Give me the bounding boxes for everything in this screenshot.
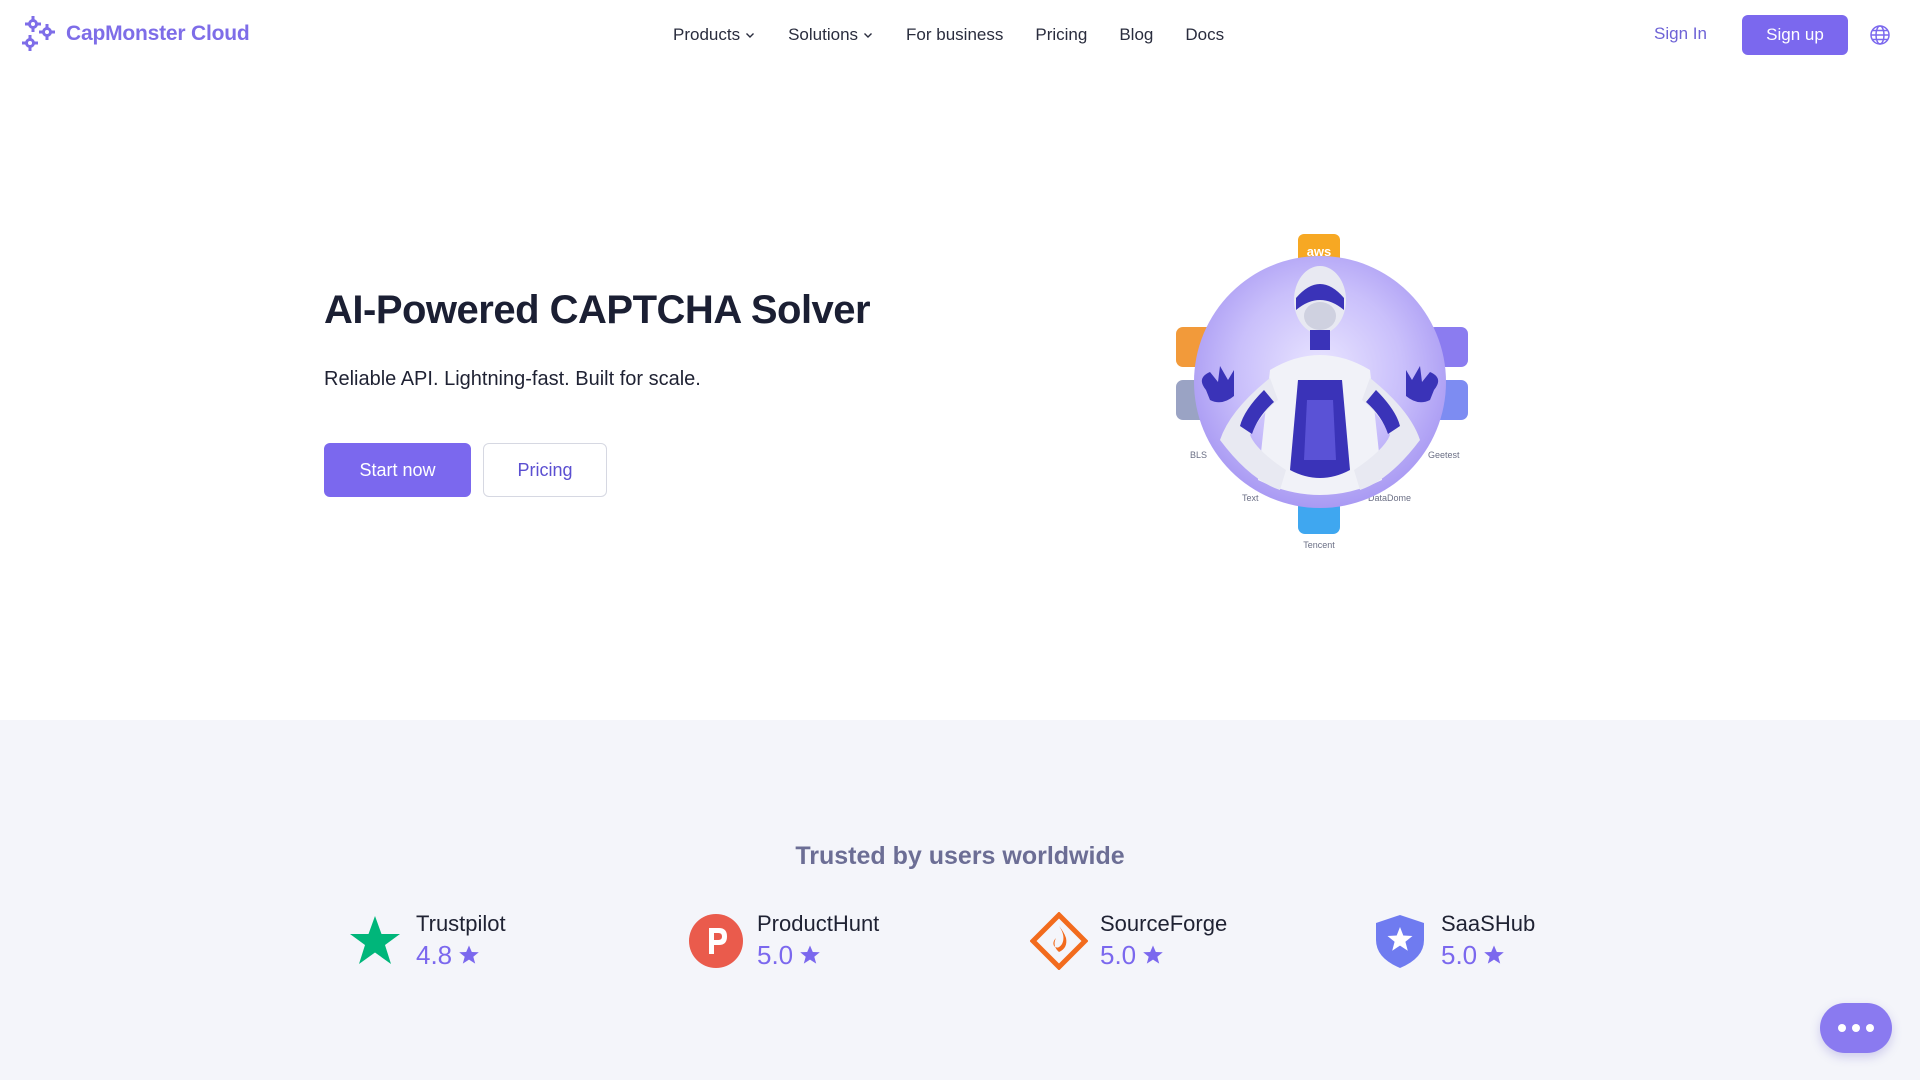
brand-logo[interactable]: CapMonster Cloud <box>19 14 250 54</box>
star-icon <box>459 945 479 964</box>
saashub-shield-icon <box>1376 915 1424 968</box>
sign-up-button[interactable]: Sign up <box>1742 15 1848 55</box>
sourceforge-icon <box>1030 912 1088 970</box>
review-name: SourceForge <box>1100 911 1228 936</box>
nav-item-solutions[interactable]: Solutions <box>788 23 874 47</box>
review-name: Trustpilot <box>416 911 506 936</box>
nav-item-blog[interactable]: Blog <box>1119 23 1153 47</box>
chat-dots-icon <box>1838 1024 1846 1032</box>
review-score-value: 5.0 <box>1441 940 1478 970</box>
site-header: CapMonster Cloud Products Solutions For … <box>0 0 1920 70</box>
nav-item-label: Docs <box>1185 25 1225 44</box>
review-producthunt[interactable]: ProductHunt 5.0 <box>687 910 879 972</box>
text-label: Text <box>1242 493 1259 503</box>
nav-item-docs[interactable]: Docs <box>1185 23 1224 47</box>
hero-title: AI-Powered CAPTCHA Solver <box>324 288 871 332</box>
gears-logo-icon <box>22 16 55 51</box>
tencent-label: Tencent <box>1303 540 1335 550</box>
review-score: 5.0 <box>1100 938 1227 972</box>
review-saashub[interactable]: SaaSHub 5.0 <box>1371 910 1535 972</box>
chat-dot <box>1852 1024 1860 1032</box>
review-score-value: 5.0 <box>757 940 794 970</box>
sign-in-link[interactable]: Sign In <box>1654 24 1707 44</box>
robot-illustration: aws BLS Geetest Text DataDome Tencent <box>1176 234 1468 550</box>
review-score: 5.0 <box>757 938 879 972</box>
trusted-title: Trusted by users worldwide <box>795 842 1125 870</box>
chat-dot <box>1866 1024 1874 1032</box>
nav-item-label: For business <box>906 25 1004 44</box>
nav-item-label: Blog <box>1119 25 1154 44</box>
producthunt-icon <box>689 914 743 968</box>
trustpilot-star-icon <box>350 916 400 964</box>
robot-neck <box>1310 330 1330 350</box>
review-name: SaaSHub <box>1441 911 1536 936</box>
globe-icon[interactable] <box>1869 24 1891 46</box>
nav-item-for-business[interactable]: For business <box>906 23 1003 47</box>
nav-item-label: Pricing <box>1035 25 1088 44</box>
star-icon <box>1143 945 1163 964</box>
review-score-value: 4.8 <box>416 940 453 970</box>
bls-label: BLS <box>1190 450 1207 460</box>
hero-subtitle: Reliable API. Lightning-fast. Built for … <box>324 368 701 390</box>
review-name: ProductHunt <box>757 911 880 936</box>
review-score-value: 5.0 <box>1100 940 1137 970</box>
nav-item-pricing[interactable]: Pricing <box>1035 23 1087 47</box>
start-now-button[interactable]: Start now <box>324 443 471 497</box>
star-icon <box>800 945 820 964</box>
chevron-down-icon <box>864 33 873 38</box>
review-sourceforge[interactable]: SourceForge 5.0 <box>1030 910 1227 972</box>
main-nav: Products Solutions For business Pricing … <box>673 23 1224 47</box>
review-score: 5.0 <box>1441 938 1535 972</box>
geetest-label: Geetest <box>1428 450 1460 460</box>
pricing-button[interactable]: Pricing <box>483 443 607 497</box>
nav-item-label: Products <box>673 25 741 44</box>
nav-item-label: Solutions <box>788 25 859 44</box>
star-icon <box>1484 945 1504 964</box>
review-trustpilot[interactable]: Trustpilot 4.8 <box>346 910 506 972</box>
brand-name: CapMonster Cloud <box>66 22 250 45</box>
chevron-down-icon <box>746 33 755 38</box>
trusted-section: Trusted by users worldwide Trustpilot 4.… <box>0 720 1920 1080</box>
nav-item-products[interactable]: Products <box>673 23 756 47</box>
chat-widget-button[interactable] <box>1820 1003 1892 1053</box>
review-score: 4.8 <box>416 938 506 972</box>
